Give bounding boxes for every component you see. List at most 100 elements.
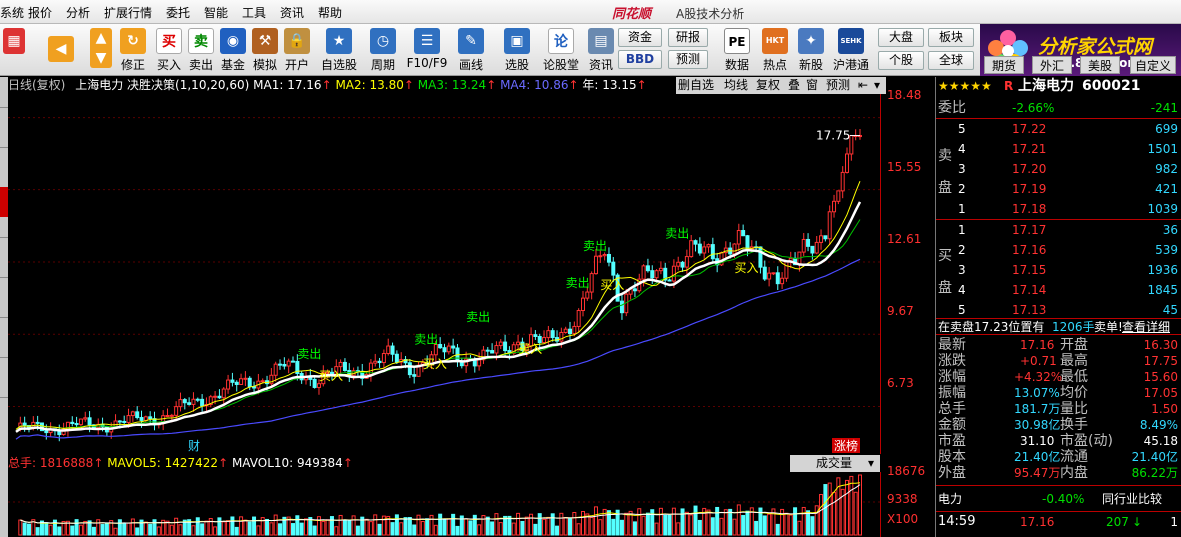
hk-connect-button[interactable]: SEHK 沪港通 bbox=[830, 26, 872, 74]
ask-row[interactable]: 1 17.18 1039 bbox=[936, 201, 1181, 217]
dropdown-icon[interactable]: ▾ bbox=[874, 77, 880, 93]
gegu-button[interactable]: 个股 bbox=[878, 51, 924, 70]
back-button[interactable]: ◀ bbox=[44, 26, 78, 74]
new-stock-icon: ✦ bbox=[798, 28, 824, 54]
volume-bar bbox=[477, 524, 482, 536]
menu-trade[interactable]: 委托 bbox=[166, 4, 190, 21]
left-side-tabs[interactable] bbox=[0, 77, 8, 537]
industry-compare-button[interactable]: 同行业比较 bbox=[1102, 491, 1162, 507]
meigu-button[interactable]: 美股 bbox=[1080, 56, 1120, 74]
bid-row[interactable]: 5 17.13 45 bbox=[936, 302, 1181, 318]
volume-bar bbox=[113, 527, 118, 536]
fund-button[interactable]: ◉ 基金 bbox=[216, 26, 250, 74]
ask-row[interactable]: 4 17.21 1501 bbox=[936, 141, 1181, 157]
price-tick: 6.73 bbox=[887, 376, 914, 390]
candle-body bbox=[247, 377, 252, 388]
candle-body bbox=[83, 417, 88, 420]
f10-button[interactable]: ☰ F10/F9 bbox=[404, 26, 450, 74]
bankuai-button[interactable]: 板块 bbox=[928, 28, 974, 47]
volume-bar bbox=[446, 518, 451, 536]
sell-button[interactable]: 卖卖出 bbox=[184, 26, 218, 74]
menu-smart[interactable]: 智能 bbox=[204, 4, 228, 21]
volume-bar bbox=[256, 525, 261, 536]
yuce-button[interactable]: 预测 bbox=[668, 50, 708, 69]
sell-icon: 卖 bbox=[188, 28, 214, 54]
sell-signal-label: 卖出 bbox=[665, 227, 689, 241]
bid-row[interactable]: 3 17.15 1936 bbox=[936, 262, 1181, 278]
candle-body bbox=[641, 265, 646, 280]
grid-icon: ▦ bbox=[3, 28, 25, 54]
dapan-button[interactable]: 大盘 bbox=[878, 28, 924, 47]
ask-row[interactable]: 3 17.20 982 bbox=[936, 161, 1181, 177]
new-stock-button[interactable]: ✦ 新股 bbox=[794, 26, 828, 74]
watchlist-button[interactable]: ★ 自选股 bbox=[318, 26, 360, 74]
draw-line-button[interactable]: ✎ 画线 bbox=[454, 26, 488, 74]
volume-bar bbox=[368, 521, 373, 536]
bid-row[interactable]: 1 17.17 36 bbox=[936, 222, 1181, 238]
volume-bar bbox=[412, 524, 417, 536]
restore-right-button[interactable]: 复权 bbox=[756, 77, 780, 93]
remove-watchlist-button[interactable]: 删自选 bbox=[678, 77, 714, 93]
window-button[interactable]: 窗 bbox=[806, 77, 818, 93]
menu-system[interactable]: 系统 bbox=[0, 4, 24, 21]
volume-bar bbox=[117, 519, 122, 536]
waihui-button[interactable]: 外汇 bbox=[1032, 56, 1072, 74]
zijin-button[interactable]: 资金 bbox=[618, 28, 662, 47]
menu-news[interactable]: 资讯 bbox=[280, 4, 304, 21]
hot-button[interactable]: HKT 热点 bbox=[758, 26, 792, 74]
menu-quote[interactable]: 报价 bbox=[28, 4, 52, 21]
ask-row[interactable]: 2 17.19 421 bbox=[936, 181, 1181, 197]
forecast-button[interactable]: 预测 bbox=[826, 77, 850, 93]
forum-button[interactable]: 论论股堂 bbox=[540, 26, 582, 74]
ma-button[interactable]: 均线 bbox=[724, 77, 748, 93]
open-account-button[interactable]: 🔒 开户 bbox=[280, 26, 314, 74]
menu-tools[interactable]: 工具 bbox=[242, 4, 266, 21]
menu-help[interactable]: 帮助 bbox=[318, 4, 342, 21]
volume-bar bbox=[775, 523, 780, 536]
volume-bar bbox=[342, 519, 347, 536]
up-down-button[interactable]: ▲ ▼ bbox=[86, 26, 116, 74]
yanbao-button[interactable]: 研报 bbox=[668, 28, 708, 47]
volume-bar bbox=[706, 509, 711, 536]
ma4-arrow-icon: ↑ bbox=[568, 78, 579, 92]
ask-row[interactable]: 5 17.22 699 bbox=[936, 121, 1181, 137]
collapse-icon[interactable]: ⇤ bbox=[858, 77, 868, 93]
menu-analysis[interactable]: 分析 bbox=[66, 4, 90, 21]
candle-body bbox=[217, 395, 222, 399]
bid-row[interactable]: 4 17.14 1845 bbox=[936, 282, 1181, 298]
menu-ext-quote[interactable]: 扩展行情 bbox=[104, 4, 152, 21]
bid-row[interactable]: 2 17.16 539 bbox=[936, 242, 1181, 258]
custom-button[interactable]: 自定义 bbox=[1130, 56, 1176, 74]
volume-bar bbox=[472, 514, 477, 536]
stock-picker-button[interactable]: ▣ 选股 bbox=[500, 26, 534, 74]
candle-body bbox=[390, 345, 395, 355]
kline-chart-area[interactable]: 日线(复权) 上海电力 决胜决策(1,10,20,60) MA1: 17.16↑… bbox=[8, 77, 932, 537]
stat-row: 涨跌 +0.71 最高 17.75 bbox=[938, 353, 1178, 369]
view-detail-link[interactable]: 查看详细 bbox=[1122, 319, 1170, 335]
buy-button[interactable]: 买买入 bbox=[152, 26, 186, 74]
brand-logo-text: 同花顺 bbox=[612, 7, 652, 22]
volume-bar bbox=[178, 524, 183, 536]
candle-body bbox=[182, 399, 187, 404]
simulate-button[interactable]: ⚒ 模拟 bbox=[248, 26, 282, 74]
volume-bar bbox=[676, 522, 681, 536]
overlay-button[interactable]: 叠 bbox=[788, 77, 800, 93]
news-button[interactable]: ▤ 资讯 bbox=[584, 26, 618, 74]
layout-button[interactable]: ▦ bbox=[0, 26, 28, 74]
fix-button[interactable]: ↻ 修正 bbox=[116, 26, 150, 74]
volume-bar bbox=[347, 520, 352, 536]
candle-body bbox=[572, 325, 577, 335]
data-button[interactable]: PE 数据 bbox=[720, 26, 754, 74]
volume-bar bbox=[191, 525, 196, 536]
quanqiu-button[interactable]: 全球 bbox=[928, 51, 974, 70]
candle-body bbox=[767, 272, 772, 280]
ma1-arrow-icon: ↑ bbox=[321, 78, 332, 92]
bbd-button[interactable]: BBD bbox=[618, 50, 662, 69]
candle-body bbox=[576, 310, 581, 327]
volume-indicator-select[interactable]: 成交量 ▾ bbox=[790, 455, 880, 472]
qihuo-button[interactable]: 期货 bbox=[984, 56, 1024, 74]
volume-bar bbox=[22, 522, 27, 536]
candle-body bbox=[654, 270, 659, 279]
candle-body bbox=[74, 423, 79, 426]
period-button[interactable]: ◷ 周期 bbox=[366, 26, 400, 74]
